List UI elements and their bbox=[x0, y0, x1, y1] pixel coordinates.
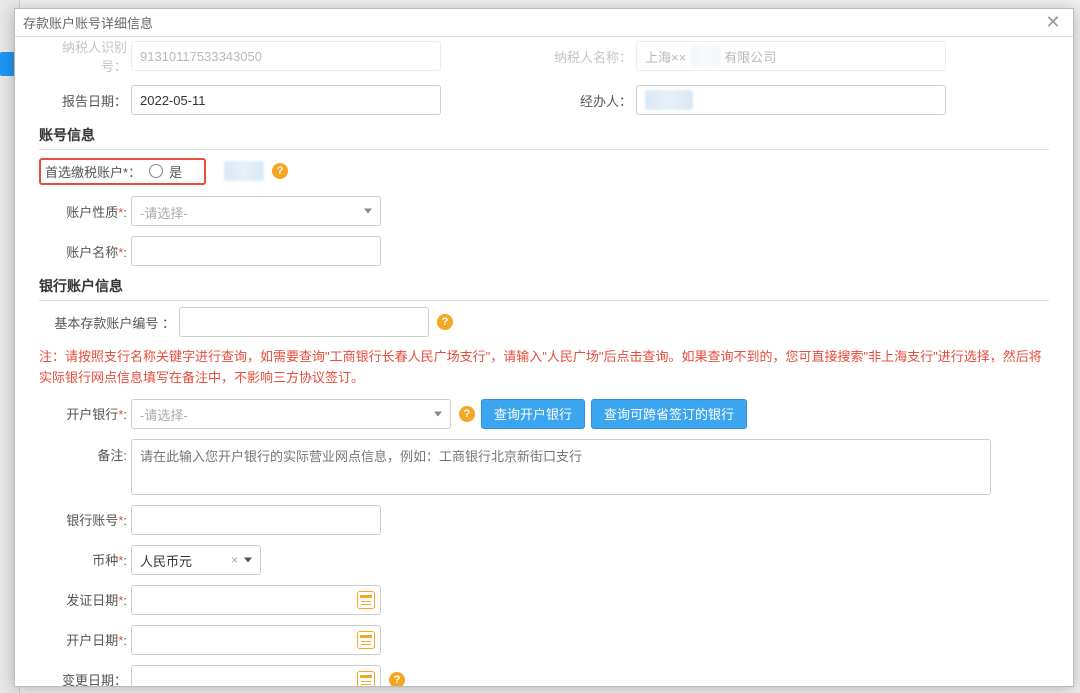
bank-acct-input[interactable] bbox=[131, 505, 381, 535]
open-bank-select[interactable]: -请选择- bbox=[131, 399, 451, 429]
clear-icon[interactable]: × bbox=[231, 553, 238, 567]
account-name-input[interactable] bbox=[131, 236, 381, 266]
query-open-bank-button[interactable]: 查询开户银行 bbox=[481, 399, 585, 429]
calendar-icon[interactable] bbox=[357, 591, 375, 609]
calendar-icon[interactable] bbox=[357, 631, 375, 649]
chevron-down-icon bbox=[364, 209, 372, 214]
query-cross-bank-button[interactable]: 查询可跨省签订的银行 bbox=[591, 399, 747, 429]
chevron-down-icon bbox=[434, 411, 442, 416]
account-type-label: 账户性质*: bbox=[39, 202, 131, 221]
basic-acct-input[interactable] bbox=[179, 307, 429, 337]
remark-label: 备注: bbox=[39, 439, 131, 464]
pref-tax-label: 首选缴税账户*： bbox=[45, 162, 141, 181]
pref-tax-no-blurred bbox=[224, 161, 264, 181]
change-date-label: 变更日期： bbox=[39, 670, 131, 686]
remark-textarea[interactable] bbox=[131, 439, 991, 495]
deposit-account-modal: 存款账户账号详细信息 ✕ 纳税人识别号： 纳税人名称： 上海×× 有限公司 报告… bbox=[14, 8, 1074, 687]
handler-input[interactable] bbox=[636, 85, 946, 115]
open-date-input[interactable] bbox=[131, 625, 381, 655]
report-date-input[interactable] bbox=[131, 85, 441, 115]
taxpayer-name-label: 纳税人名称： bbox=[544, 47, 636, 66]
modal-body: 纳税人识别号： 纳税人名称： 上海×× 有限公司 报告日期： 经办人： bbox=[15, 37, 1073, 686]
account-name-label: 账户名称*: bbox=[39, 242, 131, 261]
open-bank-label: 开户银行*: bbox=[39, 404, 131, 423]
taxpayer-id-label: 纳税人识别号： bbox=[39, 37, 131, 75]
currency-label: 币种*: bbox=[39, 550, 131, 569]
issue-date-input[interactable] bbox=[131, 585, 381, 615]
change-date-input[interactable] bbox=[131, 665, 381, 686]
pref-tax-highlight: 首选缴税账户*： 是 bbox=[39, 158, 206, 185]
help-icon[interactable]: ? bbox=[437, 314, 453, 330]
calendar-icon[interactable] bbox=[357, 671, 375, 686]
basic-acct-label: 基本存款账户编号 ： bbox=[39, 313, 179, 332]
close-icon[interactable]: ✕ bbox=[1041, 11, 1065, 35]
section-bank-title: 银行账户信息 bbox=[39, 276, 1049, 301]
handler-label: 经办人： bbox=[544, 91, 636, 110]
help-icon[interactable]: ? bbox=[272, 163, 288, 179]
bank-acct-label: 银行账号*: bbox=[39, 510, 131, 529]
report-date-label: 报告日期： bbox=[39, 91, 131, 110]
modal-header: 存款账户账号详细信息 ✕ bbox=[15, 9, 1073, 37]
open-date-label: 开户日期*: bbox=[39, 630, 131, 649]
bank-note: 注：请按照支行名称关键字进行查询，如需要查询"工商银行长春人民广场支行"，请输入… bbox=[39, 347, 1049, 389]
chevron-down-icon bbox=[244, 557, 252, 562]
help-icon[interactable]: ? bbox=[459, 406, 475, 422]
taxpayer-id-input[interactable] bbox=[131, 41, 441, 71]
help-icon[interactable]: ? bbox=[389, 672, 405, 686]
taxpayer-name-input[interactable]: 上海×× 有限公司 bbox=[636, 41, 946, 71]
currency-select[interactable]: 人民币元 × bbox=[131, 545, 261, 575]
modal-title: 存款账户账号详细信息 bbox=[23, 13, 1041, 32]
pref-tax-yes-radio[interactable]: 是 bbox=[149, 162, 182, 181]
account-type-select[interactable]: -请选择- bbox=[131, 196, 381, 226]
issue-date-label: 发证日期*: bbox=[39, 590, 131, 609]
section-account-title: 账号信息 bbox=[39, 125, 1049, 150]
